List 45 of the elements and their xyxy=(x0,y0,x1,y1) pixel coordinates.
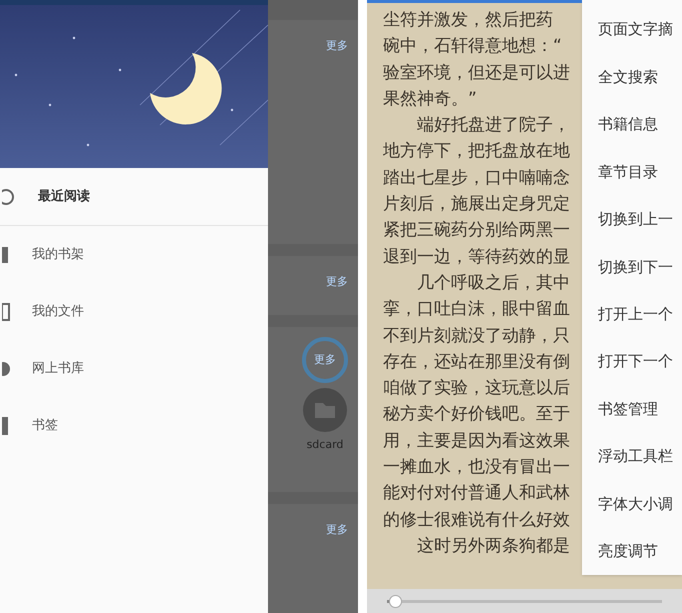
menu-item[interactable]: 字体大小调 xyxy=(582,480,682,528)
book-text-line: 能对付对付普通人和武林 xyxy=(383,482,571,506)
drawer-item[interactable]: 书签 xyxy=(0,397,268,454)
book-text-line: 紧把三碗药分别给两黑一 xyxy=(383,219,571,242)
menu-item[interactable]: 页面文字摘 xyxy=(582,6,682,54)
folder-label: sdcard xyxy=(306,437,344,454)
book-text-line: 不到片刻就没了动静，只 xyxy=(383,324,571,348)
book-text-line: 尘符并激发，然后把药 xyxy=(383,9,554,32)
drawer-item[interactable]: 我的文件 xyxy=(0,283,268,340)
book-text-line: 存在，还站在那里没有倒 xyxy=(383,350,571,374)
book-text-line: 踏出七星步，口中喃喃念 xyxy=(383,166,571,190)
menu-item[interactable]: 切换到下一 xyxy=(582,243,682,291)
drawer-item[interactable]: 最近阅读 xyxy=(0,168,268,225)
book-text-line: 地方停下，把托盘放在地 xyxy=(383,140,571,164)
menu-item[interactable]: 书籍信息 xyxy=(582,100,682,148)
drawer-item[interactable]: 网上书库 xyxy=(0,340,268,397)
more-link[interactable]: 更多 xyxy=(326,274,348,290)
book-text-line: 一摊血水，也没有冒出一 xyxy=(383,456,571,480)
book-text-line: 退到一边，等待药效的显 xyxy=(383,246,571,269)
menu-item[interactable]: 打开下一个 xyxy=(582,338,682,386)
menu-item[interactable]: 浮动工具栏 xyxy=(582,432,682,480)
book-text-line: 果然神奇。” xyxy=(383,88,478,111)
more-link[interactable]: 更多 xyxy=(314,352,336,369)
book-text-line: 的修士很难说有什么好效 xyxy=(383,508,571,532)
more-link[interactable]: 更多 xyxy=(326,522,348,538)
book-text-line: 秘方卖个好价钱吧。至于 xyxy=(383,403,571,426)
more-link[interactable]: 更多 xyxy=(326,38,348,54)
book-text-line: 碗中，石轩得意地想：“ xyxy=(383,35,563,58)
menu-item[interactable]: 全文搜索 xyxy=(582,53,682,101)
book-text-line: 验室环境，但还是可以进 xyxy=(383,62,571,85)
book-text-line: 端好托盘进了院子， xyxy=(416,114,571,138)
book-text-line: 咱做了实验，这玩意以后 xyxy=(383,377,571,400)
menu-item[interactable]: 书签管理 xyxy=(582,385,682,433)
menu-item[interactable]: 章节目录 xyxy=(582,148,682,196)
drawer-item[interactable]: 我的书架 xyxy=(0,226,268,283)
menu-item[interactable]: 切换到上一 xyxy=(582,196,682,244)
menu-item[interactable]: 打开上一个 xyxy=(582,290,682,338)
book-text-line: 这时另外两条狗都是 xyxy=(416,534,571,558)
book-text-line: 挛，口吐白沫，眼中留血 xyxy=(383,298,571,322)
menu-item[interactable]: 亮度调节 xyxy=(582,528,682,575)
file-icon xyxy=(2,302,12,322)
book-text-line: 片刻后，施展出定身咒定 xyxy=(383,193,571,216)
book-text-line: 几个呼吸之后，其中 xyxy=(416,272,571,295)
book-text-line: 用，主要是因为看这效果 xyxy=(383,430,571,453)
folder-icon xyxy=(303,388,347,432)
